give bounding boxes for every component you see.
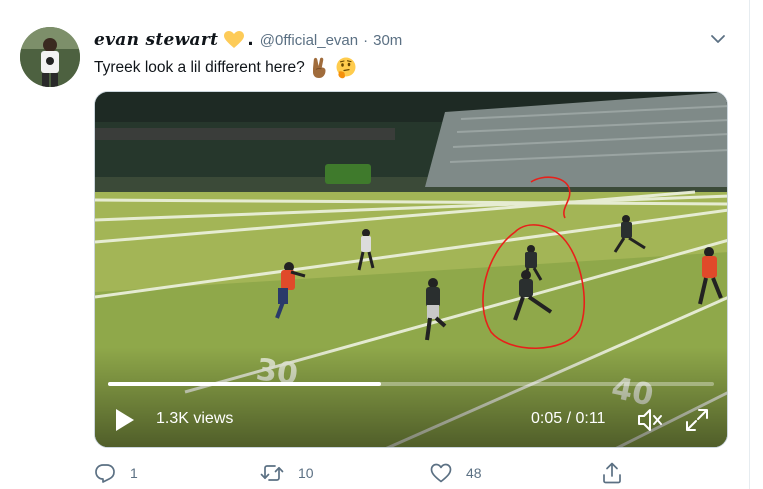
timeline-border [749,0,750,489]
volume-icon[interactable] [636,407,664,433]
video-progress-fill [108,382,381,386]
heart-icon [430,463,452,483]
view-count: 1.3K views [156,410,234,427]
avatar-image [20,27,80,87]
yellow-heart-icon [224,31,245,49]
reply-button[interactable]: 1 [94,460,138,486]
victory-hand-icon [310,57,330,79]
like-button[interactable]: 48 [430,460,482,486]
video-progress-bar[interactable] [108,382,714,386]
name-dot: . [247,30,254,50]
video-frame: 30 40 [95,92,727,447]
tweet-text: Tyreek look a lil different here? [94,56,357,80]
avatar[interactable] [20,27,80,87]
tweet-actions: 1 10 48 [94,460,654,486]
thinking-face-icon [335,57,357,79]
user-handle[interactable]: @0fficial_evan [260,32,358,49]
display-name[interactable]: evan stewart [94,30,218,50]
retweet-icon [260,465,284,481]
tweet-time[interactable]: 30m [373,32,402,49]
retweet-button[interactable]: 10 [260,460,314,486]
reply-count: 1 [130,465,138,481]
play-icon[interactable] [113,407,137,433]
chevron-down-icon[interactable] [707,28,729,50]
meta-separator: · [363,31,369,49]
fullscreen-icon[interactable] [684,407,710,433]
share-icon [603,462,621,484]
tweet-header: evan stewart . @0fficial_evan · 30m [94,27,402,53]
retweet-count: 10 [298,465,314,481]
video-time: 0:05 / 0:11 [531,410,606,427]
like-count: 48 [466,465,482,481]
reply-icon [95,464,115,483]
video-player[interactable]: 30 40 [94,91,728,448]
share-button[interactable] [602,460,622,486]
tweet-text-content: Tyreek look a lil different here? [94,59,305,76]
